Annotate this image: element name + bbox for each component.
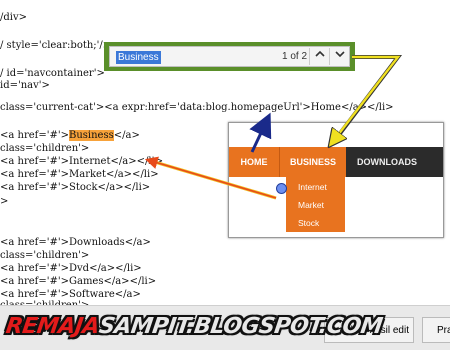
blue-arrow [249, 112, 272, 153]
watermark-logo: REMAJASAMPIT.BLOGSPOT.COM [4, 314, 384, 339]
annotation-arrows [144, 55, 403, 200]
preview-button[interactable]: Pra [422, 317, 450, 343]
